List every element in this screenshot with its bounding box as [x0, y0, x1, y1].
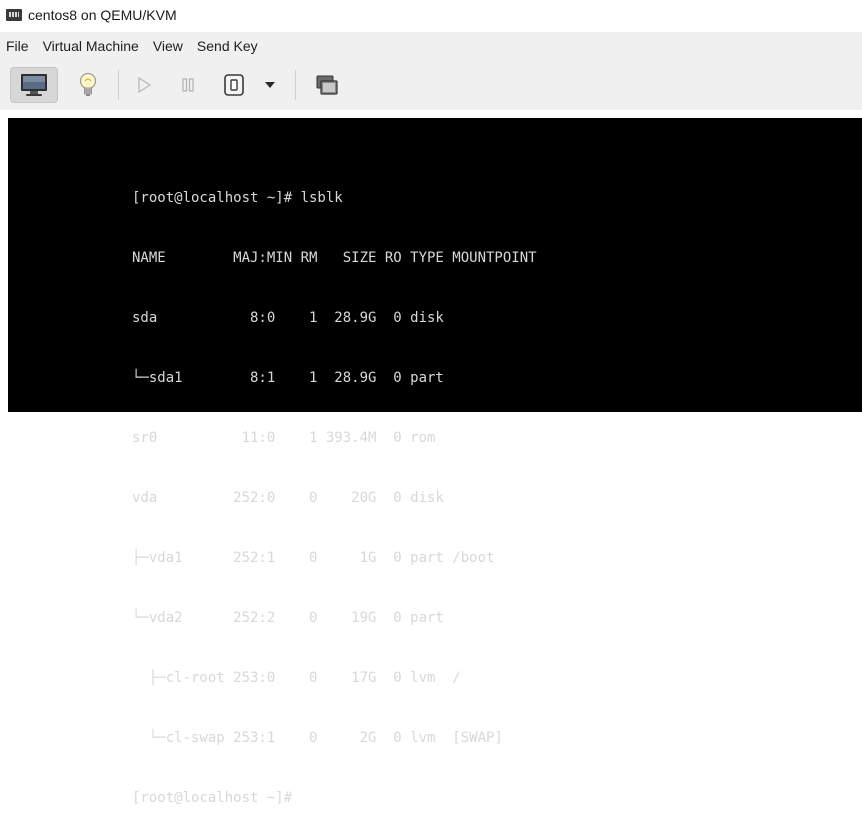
shutdown-menu-button[interactable]: [255, 67, 285, 103]
menu-send-key[interactable]: Send Key: [190, 38, 265, 54]
window-title: centos8 on QEMU/KVM: [28, 7, 177, 23]
console-view-button[interactable]: [10, 67, 58, 103]
pause-icon: [182, 78, 194, 92]
terminal-line: sr0 11:0 1 393.4M 0 rom: [132, 430, 436, 446]
menu-virtual-machine[interactable]: Virtual Machine: [36, 38, 146, 54]
terminal-prompt: [root@localhost ~]#: [132, 790, 293, 806]
lightbulb-icon: [79, 72, 97, 96]
power-icon: [224, 74, 244, 96]
terminal-line: └─sda1 8:1 1 28.9G 0 part: [132, 370, 444, 386]
terminal-line: NAME MAJ:MIN RM SIZE RO TYPE MOUNTPOINT: [132, 250, 537, 266]
title-bar: centos8 on QEMU/KVM: [0, 0, 862, 30]
vm-monitor-icon: [6, 9, 22, 21]
terminal-line: └─cl-swap 253:1 0 2G 0 lvm [SWAP]: [132, 730, 503, 746]
monitor-icon: [21, 74, 47, 96]
fullscreen-icon: [316, 75, 338, 95]
menu-bar: File Virtual Machine View Send Key: [0, 32, 862, 60]
shutdown-button[interactable]: [219, 67, 249, 103]
details-view-button[interactable]: [64, 67, 112, 103]
terminal-line: └─vda2 252:2 0 19G 0 part: [132, 610, 444, 626]
terminal-line: ├─vda1 252:1 0 1G 0 part /boot: [132, 550, 495, 566]
terminal-line: sda 8:0 1 28.9G 0 disk: [132, 310, 444, 326]
toolbar-separator: [118, 70, 119, 100]
chevron-down-icon: [265, 82, 275, 88]
vm-console[interactable]: [root@localhost ~]# lsblk NAME MAJ:MIN R…: [8, 118, 862, 806]
toolbar: [0, 60, 862, 110]
terminal-output: [root@localhost ~]# lsblk NAME MAJ:MIN R…: [132, 148, 537, 840]
terminal-line: [root@localhost ~]# lsblk: [132, 190, 343, 206]
toolbar-separator: [295, 70, 296, 100]
terminal-line: vda 252:0 0 20G 0 disk: [132, 490, 444, 506]
menu-view[interactable]: View: [146, 38, 190, 54]
menu-file[interactable]: File: [0, 38, 36, 54]
terminal-line: ├─cl-root 253:0 0 17G 0 lvm /: [132, 670, 461, 686]
pause-button[interactable]: [173, 67, 203, 103]
play-icon: [138, 76, 152, 94]
run-button[interactable]: [129, 67, 159, 103]
fullscreen-button[interactable]: [312, 67, 342, 103]
